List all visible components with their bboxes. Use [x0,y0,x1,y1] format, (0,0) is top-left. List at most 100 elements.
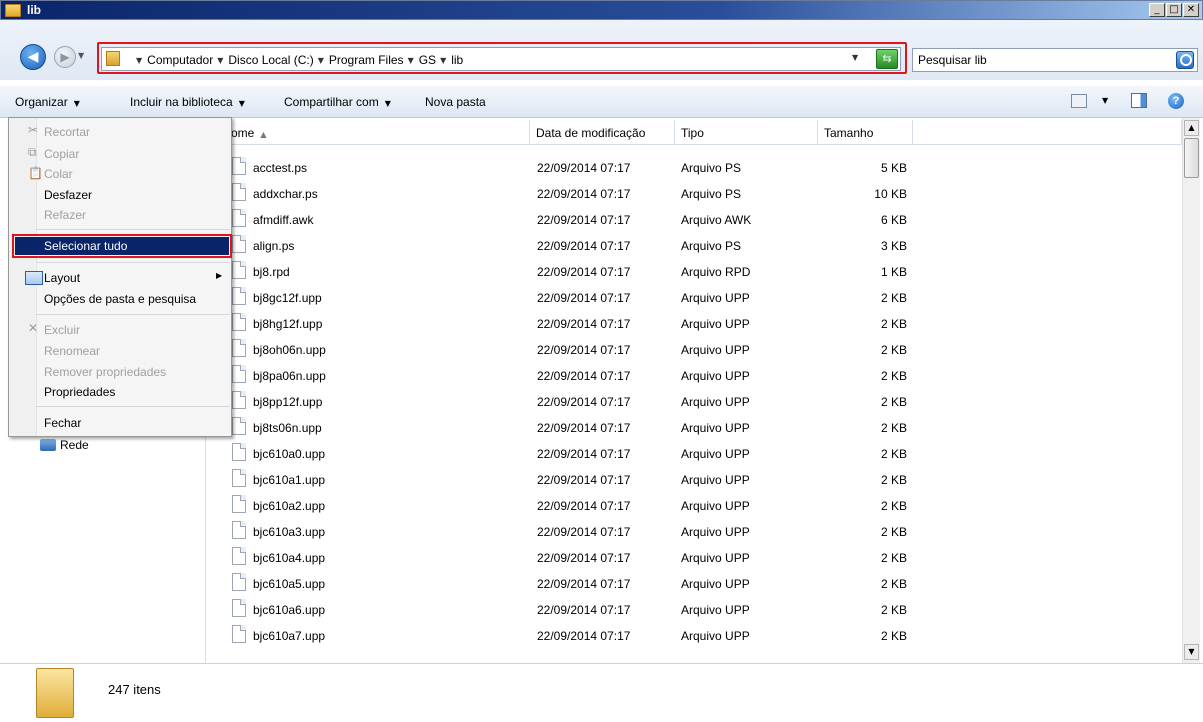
chevron-down-icon: ▼ [73,99,80,108]
column-header-date[interactable]: Data de modificação [530,120,675,145]
file-row[interactable]: bjc610a4.upp 22/09/2014 07:17 Arquivo UPP 2… [230,545,1182,571]
column-header-size[interactable]: Tamanho [818,120,913,145]
file-type: Arquivo UPP [681,499,750,513]
file-date: 22/09/2014 07:17 [537,395,631,409]
file-type: Arquivo RPD [681,265,751,279]
file-icon [232,339,246,357]
file-icon [232,469,246,487]
menu-separator [36,262,230,263]
file-type: Arquivo UPP [681,525,750,539]
file-type: Arquivo AWK [681,213,752,227]
menu-item-remove-properties[interactable]: Remover propriedades [44,365,166,379]
menu-item-layout[interactable]: Layout [44,271,80,285]
file-size: 2 KB [880,629,907,643]
file-row[interactable]: bj8pa06n.upp 22/09/2014 07:17 Arquivo UPP 2… [230,363,1182,389]
file-row[interactable]: bjc610a2.upp 22/09/2014 07:17 Arquivo UPP 2… [230,493,1182,519]
include-library-button[interactable]: Incluir na biblioteca ▼ [130,95,245,109]
file-row[interactable]: bj8gc12f.upp 22/09/2014 07:17 Arquivo UPP 2… [230,285,1182,311]
file-row[interactable]: bjc610a3.upp 22/09/2014 07:17 Arquivo UPP 2… [230,519,1182,545]
back-button[interactable]: ◀ [20,44,46,70]
file-size: 2 KB [880,447,907,461]
file-type: Arquivo UPP [681,447,750,461]
file-row[interactable]: bj8ts06n.upp 22/09/2014 07:17 Arquivo UPP 2… [230,415,1182,441]
copy-icon: ⧉ [28,145,37,159]
menu-item-close[interactable]: Fechar [44,416,81,430]
file-size: 2 KB [880,499,907,513]
menu-item-delete[interactable]: Excluir [44,323,80,337]
file-row[interactable]: bj8hg12f.upp 22/09/2014 07:17 Arquivo UPP 2… [230,311,1182,337]
file-row[interactable]: align.ps 22/09/2014 07:17 Arquivo PS 3 KB [230,233,1182,259]
file-size: 6 KB [880,213,907,227]
file-date: 22/09/2014 07:17 [537,577,631,591]
file-row[interactable]: bjc610a6.upp 22/09/2014 07:17 Arquivo UPP 2… [230,597,1182,623]
window-title: lib [27,3,41,17]
file-row[interactable]: bj8pp12f.upp 22/09/2014 07:17 Arquivo UPP 2… [230,389,1182,415]
chevron-down-icon[interactable]: ▼ [1102,96,1108,105]
menu-item-cut[interactable]: Recortar [44,125,90,139]
organize-button[interactable]: Organizar ▼ [15,95,80,109]
file-row[interactable]: bjc610a0.upp 22/09/2014 07:17 Arquivo UPP 2… [230,441,1182,467]
file-icon [232,313,246,331]
file-type: Arquivo UPP [681,343,750,357]
preview-pane-icon[interactable] [1131,93,1147,108]
chevron-down-icon: ▼ [238,99,245,108]
file-size: 2 KB [880,421,907,435]
title-bar: lib _ □ ✕ [0,0,1203,20]
menu-item-redo[interactable]: Refazer [44,208,86,222]
file-size: 1 KB [880,265,907,279]
file-date: 22/09/2014 07:17 [537,291,631,305]
sort-ascending-icon: ▲ [260,130,267,139]
scroll-up-icon[interactable]: ▲ [1184,120,1199,136]
file-date: 22/09/2014 07:17 [537,187,631,201]
file-type: Arquivo PS [681,239,742,253]
file-icon [232,391,246,409]
file-date: 22/09/2014 07:17 [537,421,631,435]
file-row[interactable]: bjc610a5.upp 22/09/2014 07:17 Arquivo UPP 2… [230,571,1182,597]
scrollbar-thumb[interactable] [1184,138,1199,178]
minimize-button[interactable]: _ [1149,3,1165,17]
file-row[interactable]: acctest.ps 22/09/2014 07:17 Arquivo PS 5 KB [230,155,1182,181]
paste-icon: 📋 [28,166,43,180]
menu-item-copy[interactable]: Copiar [44,147,79,161]
menu-item-properties[interactable]: Propriedades [44,385,115,399]
column-header-type[interactable]: Tipo [675,120,818,145]
close-button[interactable]: ✕ [1183,3,1199,17]
file-size: 2 KB [880,317,907,331]
file-name: bj8pa06n.upp [253,369,326,383]
column-header-name[interactable]: ome ▲ [207,120,530,145]
view-options-icon[interactable] [1071,94,1087,108]
file-date: 22/09/2014 07:17 [537,161,631,175]
file-row[interactable]: addxchar.ps 22/09/2014 07:17 Arquivo PS 10 … [230,181,1182,207]
file-row[interactable]: bjc610a1.upp 22/09/2014 07:17 Arquivo UPP 2… [230,467,1182,493]
maximize-button[interactable]: □ [1166,3,1182,17]
menu-item-undo[interactable]: Desfazer [44,188,92,202]
search-icon[interactable] [1176,51,1194,69]
nav-item-network[interactable]: Rede [40,438,89,452]
file-row[interactable]: bj8.rpd 22/09/2014 07:17 Arquivo RPD 1 KB [230,259,1182,285]
file-size: 3 KB [880,239,907,253]
file-date: 22/09/2014 07:17 [537,499,631,513]
recent-pages-dropdown-icon[interactable]: ▼ [78,51,84,60]
help-icon[interactable]: ? [1168,93,1184,109]
menu-item-folder-options[interactable]: Opções de pasta e pesquisa [44,292,196,306]
vertical-scrollbar[interactable] [1182,118,1200,663]
file-row[interactable]: bjc610a7.upp 22/09/2014 07:17 Arquivo UPP 2… [230,623,1182,649]
column-name-label: ome [231,126,255,140]
file-size: 5 KB [880,161,907,175]
new-folder-button[interactable]: Nova pasta [425,95,486,109]
file-row[interactable]: afmdiff.awk 22/09/2014 07:17 Arquivo AWK 6 … [230,207,1182,233]
file-date: 22/09/2014 07:17 [537,369,631,383]
scroll-down-icon[interactable]: ▼ [1184,644,1199,660]
share-button[interactable]: Compartilhar com ▼ [284,95,391,109]
file-name: bj8gc12f.upp [253,291,322,305]
menu-item-rename[interactable]: Renomear [44,344,100,358]
forward-button[interactable]: ▶ [54,46,76,68]
file-size: 2 KB [880,473,907,487]
chevron-down-icon: ▼ [384,99,391,108]
file-name: bjc610a6.upp [253,603,326,617]
file-name: bjc610a5.upp [253,577,326,591]
file-date: 22/09/2014 07:17 [537,551,631,565]
menu-item-paste[interactable]: Colar [44,167,73,181]
file-row[interactable]: bj8oh06n.upp 22/09/2014 07:17 Arquivo UPP 2… [230,337,1182,363]
file-type: Arquivo UPP [681,317,750,331]
